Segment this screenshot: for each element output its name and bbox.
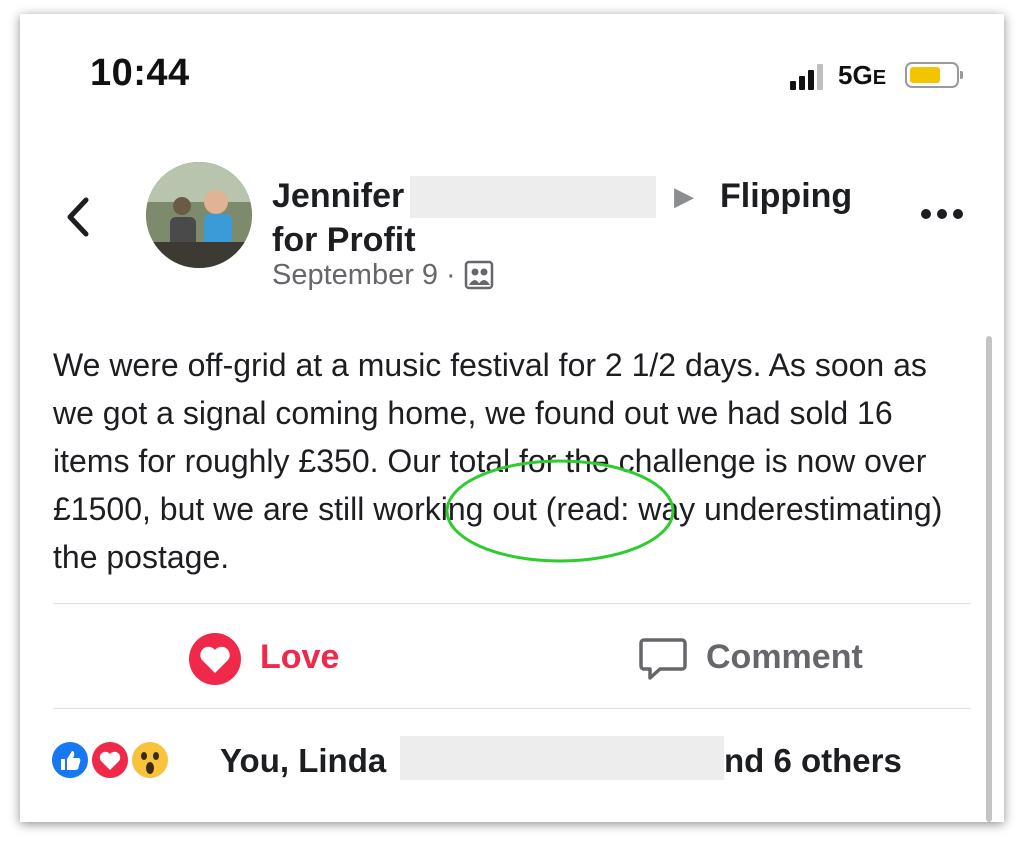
group-name[interactable]: Flipping (720, 174, 852, 218)
post-date[interactable]: September 9 (272, 259, 438, 291)
post-meta: September 9 · (272, 254, 494, 292)
battery-icon (905, 62, 963, 88)
more-horizontal-icon (921, 209, 963, 219)
avatar-photo (146, 162, 252, 268)
network-type: 5GE (838, 60, 886, 91)
wow-icon (130, 740, 170, 780)
post-header-title: Jennifer ▶ Flipping for Profit (272, 174, 892, 262)
status-time: 10:44 (90, 52, 190, 94)
like-icon (50, 740, 90, 780)
author-avatar[interactable] (146, 162, 252, 268)
scrollbar[interactable] (986, 336, 992, 822)
author-name[interactable]: Jennifer (272, 177, 404, 215)
chevron-left-icon (67, 197, 89, 237)
cellular-signal-icon (790, 60, 830, 90)
reaction-names: You, Linda (220, 742, 387, 779)
divider (53, 603, 971, 604)
group-icon (464, 260, 493, 290)
redaction-bar (410, 176, 656, 218)
divider (53, 708, 971, 709)
triangle-right-icon: ▶ (674, 181, 694, 211)
back-button[interactable] (60, 192, 96, 242)
reaction-count: nd 6 others (724, 742, 902, 779)
comment-bubble-icon (639, 638, 687, 680)
love-label: Love (260, 638, 340, 676)
network-label: 5G (838, 60, 873, 90)
heart-icon (189, 633, 241, 685)
meta-separator: · (446, 259, 456, 291)
phone-screenshot: 10:44 5GE Jennifer ▶ Flipping for Profit… (20, 14, 1004, 822)
more-options-button[interactable] (918, 204, 966, 224)
network-suffix: E (872, 67, 887, 89)
comment-label: Comment (706, 638, 863, 676)
redaction-bar (400, 736, 724, 780)
love-icon (90, 740, 130, 780)
post-text: We were off-grid at a music festival for… (53, 347, 943, 575)
